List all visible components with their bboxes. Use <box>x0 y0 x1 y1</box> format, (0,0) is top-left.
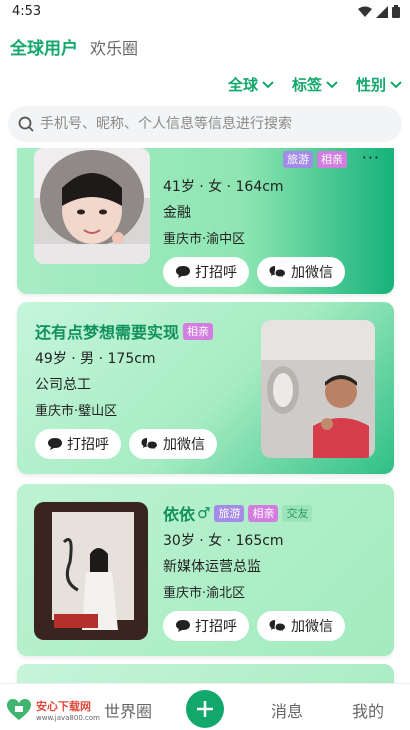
wechat-icon <box>269 620 287 633</box>
add-post-button[interactable] <box>186 690 224 728</box>
signal-icon <box>376 5 388 18</box>
more-icon[interactable]: ··· <box>362 148 380 167</box>
watermark: 安心下载网 www.java800.com <box>2 697 104 723</box>
filter-gender[interactable]: 性别 <box>356 74 402 95</box>
user-card[interactable]: 还有点梦想需要实现 相亲 49岁 · 男 · 175cm 公司总工 重庆市·璧山… <box>17 302 394 474</box>
action-row: 打招呼 加微信 <box>163 257 347 287</box>
filter-tag-label: 标签 <box>291 76 322 94</box>
user-card[interactable]: 旅游 相亲 41岁 · 女 · 164cm 金融 重庆市·渝中区 打招呼 加微信… <box>17 148 394 294</box>
search-input[interactable] <box>40 116 380 132</box>
user-card[interactable]: 依依 ♂ 旅游 相亲 交友 30岁 · 女 · 165cm 新媒体运营总监 重庆… <box>17 484 394 656</box>
greet-label: 打招呼 <box>195 265 237 281</box>
greet-label: 打招呼 <box>67 437 109 453</box>
wechat-label: 加微信 <box>291 619 333 635</box>
chevron-down-icon <box>390 80 402 88</box>
nav-world-circle[interactable]: 世界圈 <box>104 698 152 722</box>
greet-button[interactable]: 打招呼 <box>35 429 121 459</box>
tag-friend: 交友 <box>282 504 313 522</box>
filter-region-label: 全球 <box>227 76 258 94</box>
nav-messages[interactable]: 消息 <box>271 698 303 722</box>
user-basic-info: 41岁 · 女 · 164cm <box>163 179 284 195</box>
chat-bubble-icon <box>176 266 190 278</box>
name-row: 旅游 相亲 <box>163 148 347 170</box>
tag-date: 相亲 <box>317 150 347 168</box>
wifi-icon <box>358 6 372 17</box>
status-icons <box>358 5 400 18</box>
user-occupation: 新媒体运营总监 <box>163 559 261 575</box>
filter-gender-label: 性别 <box>355 76 386 94</box>
greet-button[interactable]: 打招呼 <box>163 257 249 287</box>
filter-tag[interactable]: 标签 <box>292 74 338 95</box>
user-info: 依依 ♂ 旅游 相亲 交友 30岁 · 女 · 165cm 新媒体运营总监 重庆… <box>163 502 345 641</box>
user-feed[interactable]: 旅游 相亲 41岁 · 女 · 164cm 金融 重庆市·渝中区 打招呼 加微信… <box>0 148 410 683</box>
status-time: 4:53 <box>12 4 42 19</box>
name-row: 还有点梦想需要实现 相亲 <box>35 320 217 342</box>
battery-icon <box>392 5 400 18</box>
watermark-url: www.java800.com <box>36 714 100 722</box>
gender-male-icon: ♂ <box>197 504 211 522</box>
tag-travel: 旅游 <box>214 504 245 522</box>
user-location: 重庆市·渝中区 <box>163 232 246 247</box>
name-row: 依依 ♂ 旅游 相亲 交友 <box>163 502 345 524</box>
user-photo[interactable] <box>261 320 375 458</box>
user-occupation: 金融 <box>163 205 191 221</box>
tag-travel: 旅游 <box>283 150 313 168</box>
plus-icon <box>197 701 213 717</box>
wechat-label: 加微信 <box>163 437 205 453</box>
user-photo[interactable] <box>34 148 150 264</box>
add-wechat-button[interactable]: 加微信 <box>257 257 345 287</box>
nav-mine[interactable]: 我的 <box>352 698 384 722</box>
wechat-label: 加微信 <box>291 265 333 281</box>
filter-bar: 全球 标签 性别 <box>228 74 402 95</box>
top-tabs: 全球用户 欢乐圈 <box>10 34 138 59</box>
wechat-icon <box>269 266 287 279</box>
chat-bubble-icon <box>176 620 190 632</box>
action-row: 打招呼 加微信 <box>163 611 345 641</box>
user-info: 还有点梦想需要实现 相亲 49岁 · 男 · 175cm 公司总工 重庆市·璧山… <box>35 320 217 459</box>
chevron-down-icon <box>262 80 274 88</box>
add-wechat-button[interactable]: 加微信 <box>129 429 217 459</box>
user-basic-info: 30岁 · 女 · 165cm <box>163 533 284 549</box>
tab-fun-circle[interactable]: 欢乐圈 <box>90 35 138 59</box>
chevron-down-icon <box>326 80 338 88</box>
watermark-logo-icon <box>7 699 31 720</box>
action-row: 打招呼 加微信 <box>35 429 217 459</box>
tag-date: 相亲 <box>183 322 214 340</box>
user-info: 旅游 相亲 41岁 · 女 · 164cm 金融 重庆市·渝中区 打招呼 加微信 <box>163 148 347 287</box>
user-location: 重庆市·璧山区 <box>35 404 118 419</box>
user-basic-info: 49岁 · 男 · 175cm <box>35 351 156 367</box>
user-photo[interactable] <box>34 502 148 640</box>
wechat-icon <box>141 438 159 451</box>
watermark-text: 安心下载网 www.java800.com <box>36 698 100 722</box>
tab-global-users[interactable]: 全球用户 <box>10 34 78 59</box>
user-card[interactable] <box>17 664 394 683</box>
user-occupation: 公司总工 <box>35 377 91 393</box>
search-icon <box>18 116 34 132</box>
filter-region[interactable]: 全球 <box>228 74 274 95</box>
user-name: 依依 <box>163 505 196 524</box>
greet-button[interactable]: 打招呼 <box>163 611 249 641</box>
add-wechat-button[interactable]: 加微信 <box>257 611 345 641</box>
user-location: 重庆市·渝北区 <box>163 586 246 601</box>
search-bar <box>8 106 402 142</box>
tag-date: 相亲 <box>248 504 279 522</box>
user-name: 还有点梦想需要实现 <box>35 323 180 342</box>
chat-bubble-icon <box>48 438 62 450</box>
watermark-title: 安心下载网 <box>36 700 91 713</box>
greet-label: 打招呼 <box>195 619 237 635</box>
status-bar: 4:53 <box>0 0 410 26</box>
